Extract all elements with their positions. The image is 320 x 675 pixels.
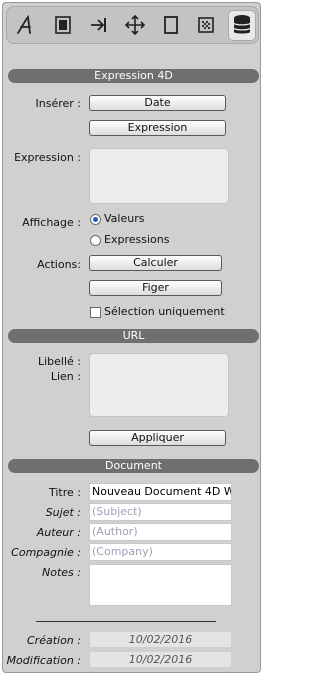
url-label-label: Libellé :	[37, 355, 81, 368]
url-link-label: Lien :	[50, 370, 81, 383]
freeze-button[interactable]: Figer	[89, 280, 222, 296]
page-icon[interactable]	[159, 13, 183, 37]
company-label: Compagnie :	[11, 546, 81, 559]
indent-icon[interactable]	[87, 13, 111, 37]
selection-only-label: Sélection uniquement	[104, 305, 225, 318]
modified-label: Modification :	[6, 654, 81, 667]
subject-field[interactable]: (Subject)	[89, 503, 232, 521]
section-header-url: URL	[8, 329, 259, 343]
separator-line	[36, 621, 216, 622]
compute-button[interactable]: Calculer	[89, 255, 222, 271]
section-header-expression4d: Expression 4D	[8, 69, 259, 83]
display-label: Affichage :	[22, 216, 81, 229]
frame-icon[interactable]	[51, 13, 75, 37]
radio-expressions-label: Expressions	[104, 233, 170, 246]
actions-label: Actions:	[37, 258, 81, 271]
modified-date: 10/02/2016	[89, 651, 232, 668]
notes-label: Notes :	[42, 566, 81, 579]
notes-field[interactable]	[89, 564, 232, 606]
apply-button[interactable]: Appliquer	[89, 430, 226, 446]
title-label: Titre :	[48, 486, 81, 499]
selection-only-checkbox[interactable]	[90, 307, 101, 318]
insert-expression-button[interactable]: Expression	[89, 120, 226, 136]
move-icon[interactable]	[123, 13, 147, 37]
insert-label: Insérer :	[35, 97, 82, 110]
radio-values-label: Valeurs	[104, 212, 145, 225]
created-date: 10/02/2016	[89, 631, 232, 648]
insert-date-button[interactable]: Date	[89, 95, 226, 111]
radio-values[interactable]	[90, 214, 101, 225]
company-field[interactable]: (Company)	[89, 543, 232, 561]
radio-expressions[interactable]	[90, 235, 101, 246]
palette-toolbar	[6, 6, 259, 44]
author-label: Auteur :	[36, 526, 81, 539]
subject-label: Sujet :	[45, 506, 81, 519]
created-label: Création :	[27, 634, 81, 647]
expression-textarea[interactable]	[89, 148, 229, 204]
url-textarea[interactable]	[89, 353, 229, 417]
pattern-icon[interactable]	[194, 13, 218, 37]
expression-label: Expression :	[14, 151, 81, 164]
author-field[interactable]: (Author)	[89, 523, 232, 541]
database-icon[interactable]	[230, 13, 254, 37]
properties-panel: Expression 4D Insérer : Date Expression …	[2, 2, 261, 673]
font-icon[interactable]	[14, 13, 38, 37]
section-header-document: Document	[8, 459, 259, 473]
title-field[interactable]: Nouveau Document 4D Wri	[89, 483, 232, 501]
